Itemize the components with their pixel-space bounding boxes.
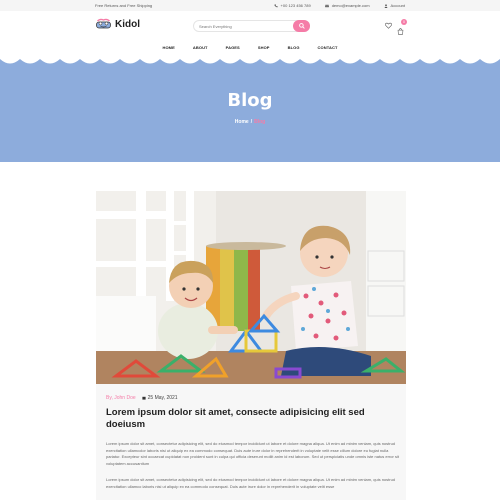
main-nav: HOME ABOUT PAGES SHOP BLOG CONTACT <box>0 43 500 55</box>
page-banner: Blog Home / Blog <box>0 56 500 162</box>
mail-icon <box>324 4 329 7</box>
breadcrumb-separator: / <box>250 119 253 125</box>
nav-contact[interactable]: CONTACT <box>309 43 347 55</box>
scallop-shape <box>0 56 500 64</box>
nav-pages[interactable]: PAGES <box>217 43 249 55</box>
page-title: Blog <box>227 90 273 111</box>
post-title[interactable]: Lorem ipsum dolor sit amet, consecte adi… <box>106 407 386 431</box>
nav-blog[interactable]: BLOG <box>279 43 309 55</box>
logo-icon <box>96 18 111 29</box>
post-meta: By, John Doe 25 May, 2021 <box>106 395 178 401</box>
calendar-icon <box>142 396 146 400</box>
site-logo[interactable]: Kidol <box>95 18 140 30</box>
breadcrumb-home[interactable]: Home <box>235 119 249 125</box>
search-input[interactable] <box>199 22 289 31</box>
user-icon <box>383 3 388 8</box>
post-paragraph-1: Lorem ipsum dolor sit amet, consectetur … <box>106 441 399 467</box>
post-image[interactable] <box>96 191 406 384</box>
account-label: Account <box>390 3 405 8</box>
email-link[interactable]: demo@example.com <box>324 3 370 8</box>
logo-text: Kidol <box>115 18 140 30</box>
post-date-wrap: 25 May, 2021 <box>142 395 178 401</box>
email-address: demo@example.com <box>331 3 370 8</box>
nav-about[interactable]: ABOUT <box>184 43 217 55</box>
shipping-notice: Free Returns and Free Shipping <box>95 3 153 8</box>
search-icon <box>298 23 305 29</box>
top-bar: Free Returns and Free Shipping +00 123 4… <box>0 0 500 11</box>
scallop-edge <box>0 56 500 64</box>
nav-shop[interactable]: SHOP <box>249 43 279 55</box>
kids-playing-illustration <box>96 191 406 384</box>
post-paragraph-2: Lorem ipsum dolor sit amet, consectetur … <box>106 477 396 489</box>
breadcrumb-current: Blog <box>254 119 266 125</box>
blog-post-card: By, John Doe 25 May, 2021 Lorem ipsum do… <box>96 384 406 500</box>
search-box <box>193 20 310 32</box>
search-button[interactable] <box>293 20 310 32</box>
post-date: 25 May, 2021 <box>147 395 178 401</box>
phone-number: +00 123 456 789 <box>280 3 311 8</box>
site-header: Kidol 0 <box>0 11 500 43</box>
nav-home[interactable]: HOME <box>153 43 183 55</box>
cart-icon <box>397 28 404 35</box>
account-link[interactable]: Account <box>383 3 405 8</box>
cart-count-badge: 0 <box>401 19 407 25</box>
heart-icon[interactable] <box>385 22 392 29</box>
post-author[interactable]: By, John Doe <box>106 395 136 401</box>
phone-icon <box>273 3 278 7</box>
phone-link[interactable]: +00 123 456 789 <box>273 3 311 8</box>
cart-button[interactable]: 0 <box>397 19 407 40</box>
breadcrumb: Home / Blog <box>0 119 500 125</box>
